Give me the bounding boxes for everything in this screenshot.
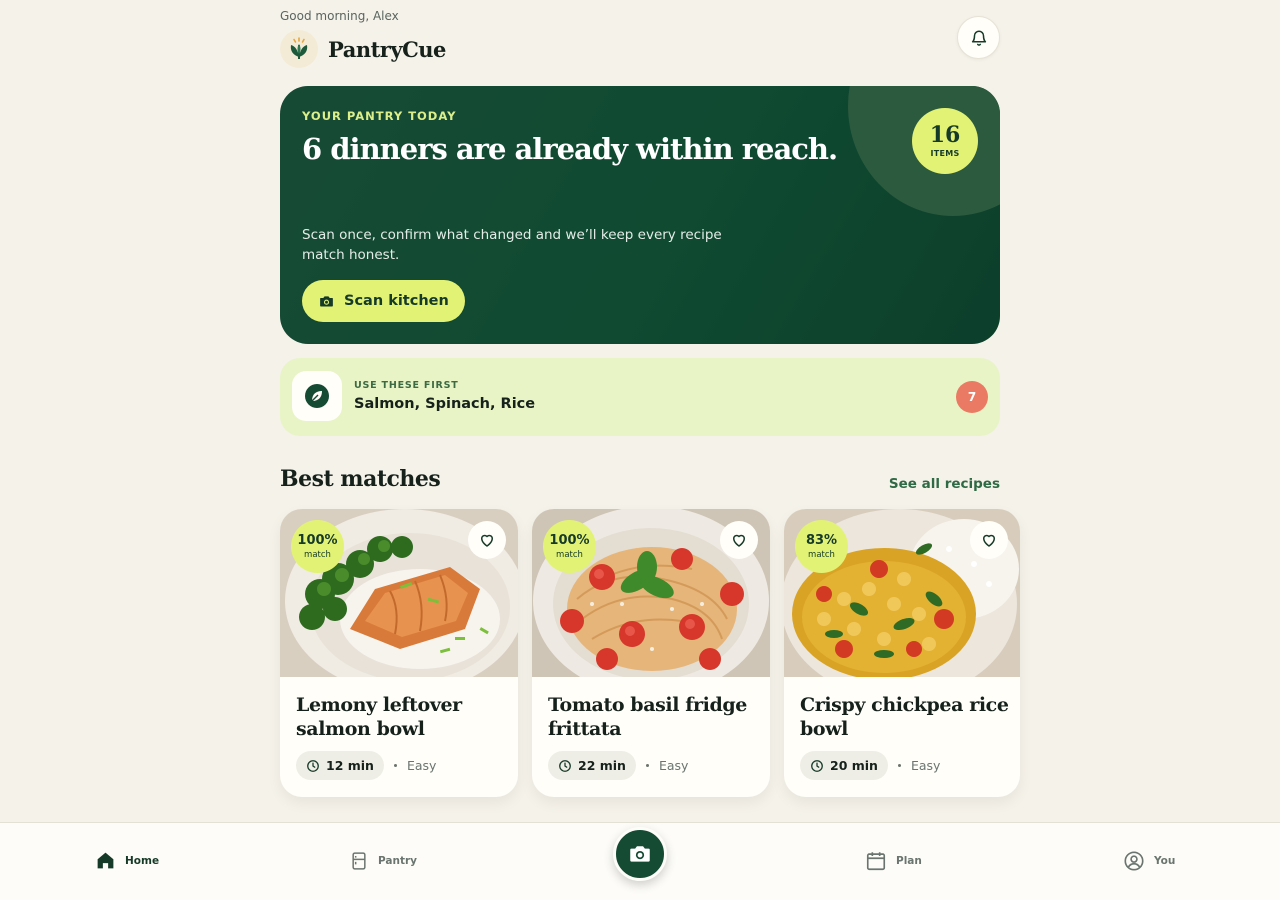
match-label: match xyxy=(808,549,835,560)
nav-label-plan: Plan xyxy=(896,855,922,867)
pantry-item-count-badge: 16 ITEMS xyxy=(912,108,978,174)
recipe-card[interactable]: 100% match Lemony leftover salmon bowl 1… xyxy=(280,509,518,797)
use-first-eyebrow: USE THESE FIRST xyxy=(354,380,459,391)
hero-eyebrow: YOUR PANTRY TODAY xyxy=(302,109,457,123)
separator-dot xyxy=(897,764,901,767)
nav-item-pantry[interactable]: Pantry xyxy=(349,850,417,872)
favorite-button[interactable] xyxy=(720,521,758,559)
heart-icon xyxy=(983,534,995,547)
separator-dot xyxy=(645,764,649,767)
recipe-meta: 20 min Easy xyxy=(800,751,940,780)
cook-time: 22 min xyxy=(578,758,626,773)
clock-icon xyxy=(307,759,319,772)
greeting-text: Good morning, Alex xyxy=(280,9,399,23)
section-title-best-matches: Best matches xyxy=(280,466,441,492)
cook-time-pill: 20 min xyxy=(800,751,888,780)
recipe-card[interactable]: 100% match Tomato basil fridge frittata … xyxy=(532,509,770,797)
clock-icon xyxy=(811,759,823,772)
clock-icon xyxy=(559,759,571,772)
match-percent: 100% xyxy=(297,532,338,548)
camera-icon xyxy=(630,846,650,862)
difficulty: Easy xyxy=(658,758,689,773)
app-logo-icon xyxy=(280,30,318,68)
recipe-title: Tomato basil fridge frittata xyxy=(548,694,747,740)
favorite-button[interactable] xyxy=(468,521,506,559)
use-first-icon-container xyxy=(292,371,342,421)
see-all-recipes-link[interactable]: See all recipes xyxy=(889,476,1000,492)
camera-icon xyxy=(320,295,333,306)
difficulty: Easy xyxy=(910,758,941,773)
nav-item-home[interactable]: Home xyxy=(95,850,159,871)
hero-title: 6 dinners are already within reach. xyxy=(302,132,838,166)
nav-item-you[interactable]: You xyxy=(1123,850,1175,872)
pantry-hero-card: YOUR PANTRY TODAY 6 dinners are already … xyxy=(280,86,1000,344)
fridge-icon xyxy=(352,852,366,870)
use-first-count-badge: 7 xyxy=(956,381,988,413)
app-name: PantryCue xyxy=(328,36,446,62)
scan-fab-button[interactable] xyxy=(613,827,667,881)
recipe-meta: 22 min Easy xyxy=(548,751,688,780)
notifications-button[interactable] xyxy=(957,16,1000,59)
nav-item-plan[interactable]: Plan xyxy=(865,850,922,872)
cook-time-pill: 22 min xyxy=(548,751,636,780)
user-icon xyxy=(1124,851,1144,871)
scan-kitchen-button[interactable]: Scan kitchen xyxy=(302,280,465,322)
cook-time: 20 min xyxy=(830,758,878,773)
hero-description: Scan once, confirm what changed and we’l… xyxy=(302,227,722,263)
cook-time-pill: 12 min xyxy=(296,751,384,780)
cook-time: 12 min xyxy=(326,758,374,773)
brand: PantryCue xyxy=(280,30,446,68)
match-label: match xyxy=(304,549,331,560)
heart-icon xyxy=(733,534,745,547)
nav-label-pantry: Pantry xyxy=(378,855,418,867)
bell-icon xyxy=(971,30,986,46)
match-badge: 100% match xyxy=(291,520,344,573)
leaf-icon xyxy=(305,384,329,408)
calendar-icon xyxy=(866,852,886,871)
match-badge: 100% match xyxy=(543,520,596,573)
recipe-meta: 12 min Easy xyxy=(296,751,436,780)
use-first-items: Salmon, Spinach, Rice xyxy=(354,396,536,412)
match-percent: 83% xyxy=(805,532,838,548)
match-percent: 100% xyxy=(549,532,590,548)
separator-dot xyxy=(393,764,397,767)
recipe-card[interactable]: 83% match Crispy chickpea rice bowl 20 m… xyxy=(784,509,1020,797)
use-first-banner[interactable]: USE THESE FIRST Salmon, Spinach, Rice 7 xyxy=(280,358,1000,436)
nav-label-you: You xyxy=(1154,855,1176,867)
item-count: 16 xyxy=(929,122,961,148)
favorite-button[interactable] xyxy=(970,521,1008,559)
home-icon xyxy=(97,852,114,869)
difficulty: Easy xyxy=(406,758,437,773)
heart-icon xyxy=(481,534,493,547)
match-badge: 83% match xyxy=(795,520,848,573)
nav-label-home: Home xyxy=(125,854,160,867)
scan-kitchen-label: Scan kitchen xyxy=(344,293,449,309)
match-label: match xyxy=(556,549,583,560)
recipe-title: Crispy chickpea rice bowl xyxy=(800,694,1009,740)
recipe-title: Lemony leftover salmon bowl xyxy=(296,694,462,740)
bottom-navigation: Home Pantry Plan You xyxy=(0,822,1280,900)
item-count-label: ITEMS xyxy=(930,149,960,158)
